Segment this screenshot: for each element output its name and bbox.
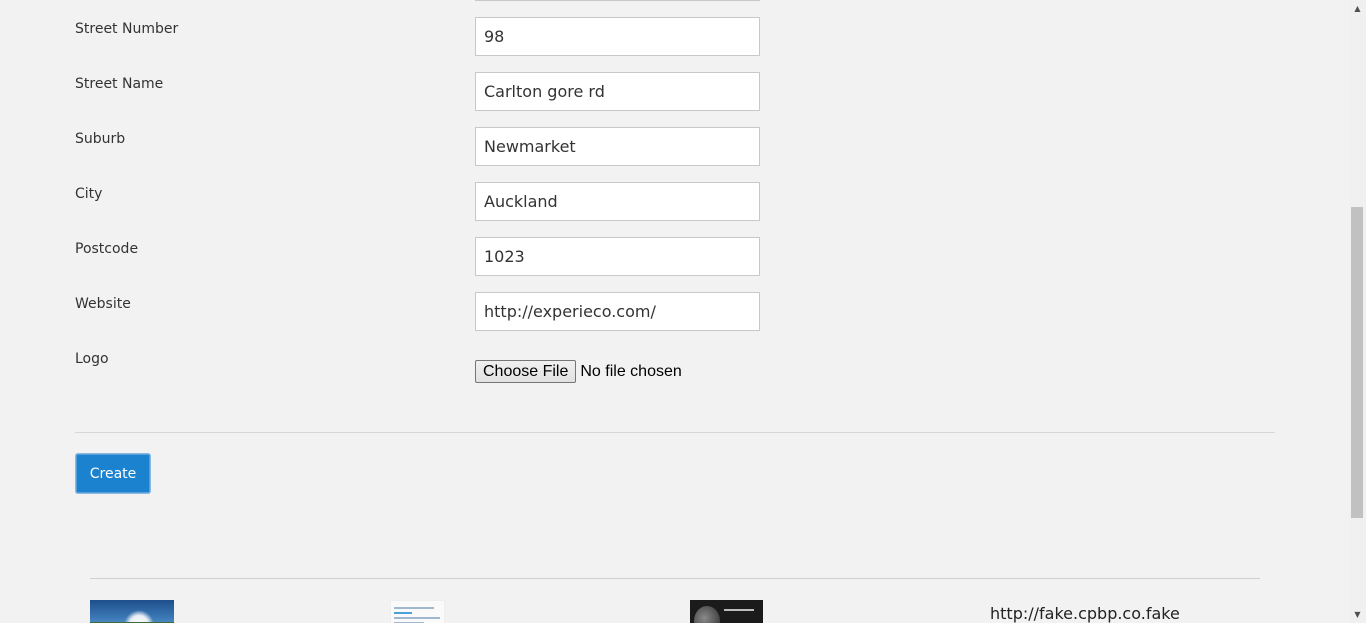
suburb-input[interactable]: [475, 127, 760, 166]
scroll-up-icon[interactable]: ▲: [1349, 0, 1366, 17]
sponsor-logo-flower[interactable]: [90, 600, 174, 623]
thumb-line: [394, 607, 434, 609]
street-name-row: Street Name: [75, 72, 1275, 112]
previous-field-edge: [475, 0, 760, 1]
portrait-shape: [694, 606, 720, 623]
city-row: City: [75, 182, 1275, 222]
website-label: Website: [75, 296, 131, 312]
postcode-input[interactable]: [475, 237, 760, 276]
logo-row: Logo Choose File No file chosen: [75, 347, 1275, 387]
street-name-label: Street Name: [75, 76, 164, 92]
suburb-label: Suburb: [75, 131, 126, 147]
file-status-text: No file chosen: [580, 362, 682, 380]
page: Street Number Street Name Suburb City Po…: [0, 0, 1366, 623]
postcode-row: Postcode: [75, 237, 1275, 277]
street-number-row: Street Number: [75, 17, 1275, 57]
street-number-label: Street Number: [75, 21, 179, 37]
vertical-scrollbar[interactable]: ▲ ▼: [1349, 0, 1366, 623]
city-input[interactable]: [475, 182, 760, 221]
scrollbar-thumb[interactable]: [1351, 207, 1363, 518]
logo-label: Logo: [75, 351, 109, 367]
footer-link[interactable]: http://fake.cpbp.co.fake: [990, 604, 1180, 623]
thumb-line: [394, 612, 412, 614]
suburb-row: Suburb: [75, 127, 1275, 167]
sponsor-logo-portrait[interactable]: [690, 600, 763, 623]
thumb-line: [394, 617, 440, 619]
logo-file-input[interactable]: Choose File No file chosen: [475, 360, 682, 383]
website-input[interactable]: [475, 292, 760, 331]
sponsor-logo-screenshot[interactable]: [390, 600, 445, 623]
city-label: City: [75, 186, 103, 202]
street-number-input[interactable]: [475, 17, 760, 56]
postcode-label: Postcode: [75, 241, 139, 257]
scroll-down-icon[interactable]: ▼: [1349, 606, 1366, 623]
street-name-input[interactable]: [475, 72, 760, 111]
create-button[interactable]: Create: [75, 453, 151, 494]
footer-divider: [90, 578, 1260, 579]
form-divider: [75, 432, 1275, 433]
website-row: Website: [75, 292, 1275, 332]
portrait-caption-line: [724, 609, 754, 611]
choose-file-button[interactable]: Choose File: [475, 360, 577, 383]
